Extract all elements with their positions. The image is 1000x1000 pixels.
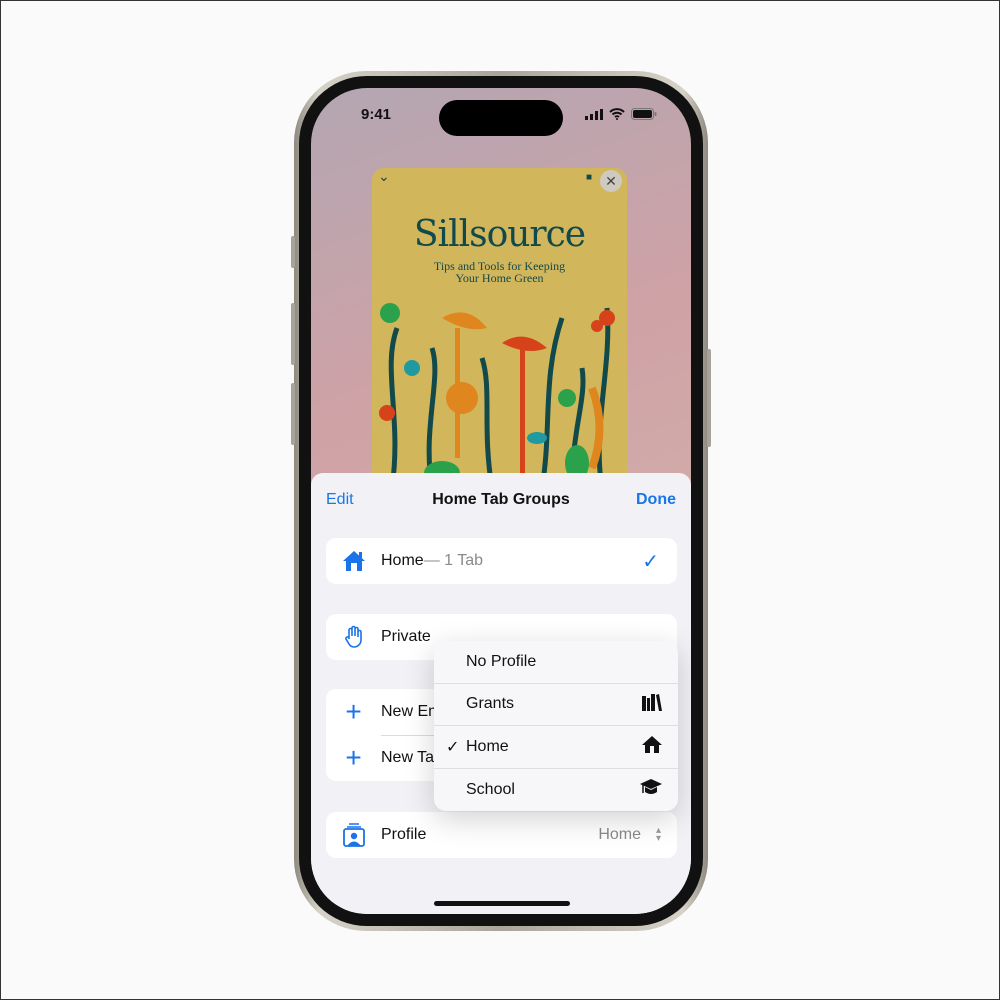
volume-up-button: [291, 303, 295, 365]
profile-label: Profile: [381, 826, 427, 843]
plus-icon: +: [345, 742, 362, 773]
action-button: [291, 236, 295, 268]
home-label: Home: [381, 552, 424, 569]
home-indicator[interactable]: [434, 901, 570, 906]
private-label: Private: [381, 628, 431, 645]
checkmark-icon: ✓: [642, 550, 659, 573]
chevron-up-down-icon[interactable]: ▴ ▾: [656, 826, 661, 844]
books-icon: [642, 693, 662, 716]
house-icon: [642, 735, 662, 758]
status-time: 9:41: [361, 106, 392, 123]
hand-raised-icon: [326, 625, 381, 649]
profile-value[interactable]: Home: [598, 826, 641, 844]
new-tab-label: New Ta: [381, 749, 435, 766]
plus-icon: +: [345, 696, 362, 727]
volume-down-button: [291, 383, 295, 445]
tab-groups-sheet: Edit Home Tab Groups Done Home — 1 Tab ✓…: [311, 473, 691, 914]
graduation-cap-icon: [640, 777, 662, 802]
profile-row[interactable]: Profile Home ▴ ▾: [326, 812, 677, 858]
dynamic-island: [439, 100, 563, 136]
battery-icon: [631, 108, 657, 120]
status-bar: 9:41: [311, 100, 691, 136]
tab-group-home[interactable]: Home — 1 Tab ✓: [326, 538, 677, 584]
menu-item-school[interactable]: School: [434, 769, 678, 812]
home-tab-count: — 1 Tab: [423, 552, 483, 569]
person-profile-icon: [326, 823, 381, 847]
side-button: [707, 349, 711, 447]
screen: 9:41 ⌄ ■ ✕ Sillsource Tips and Tools for…: [311, 88, 691, 914]
signal-icon: [585, 108, 603, 120]
done-button[interactable]: Done: [636, 491, 676, 509]
sheet-title: Home Tab Groups: [432, 491, 570, 508]
new-empty-label: New Em: [381, 703, 442, 720]
menu-item-grants[interactable]: Grants: [434, 684, 678, 726]
botanical-illustration: [379, 303, 615, 488]
profile-menu: No Profile Grants ✓ Home School: [434, 641, 678, 811]
web-page-preview[interactable]: ⌄ ■ ✕ Sillsource Tips and Tools for Keep…: [372, 168, 627, 488]
house-icon: [326, 550, 381, 572]
menu-item-no-profile[interactable]: No Profile: [434, 641, 678, 684]
menu-item-label: Home: [466, 737, 509, 755]
menu-item-label: No Profile: [466, 652, 537, 670]
wifi-icon: [609, 108, 625, 120]
menu-item-label: Grants: [466, 695, 515, 713]
phone-frame: 9:41 ⌄ ■ ✕ Sillsource Tips and Tools for…: [291, 71, 711, 931]
menu-item-label: School: [466, 780, 515, 798]
menu-item-home[interactable]: ✓ Home: [434, 726, 678, 769]
checkmark-icon: ✓: [446, 738, 460, 756]
